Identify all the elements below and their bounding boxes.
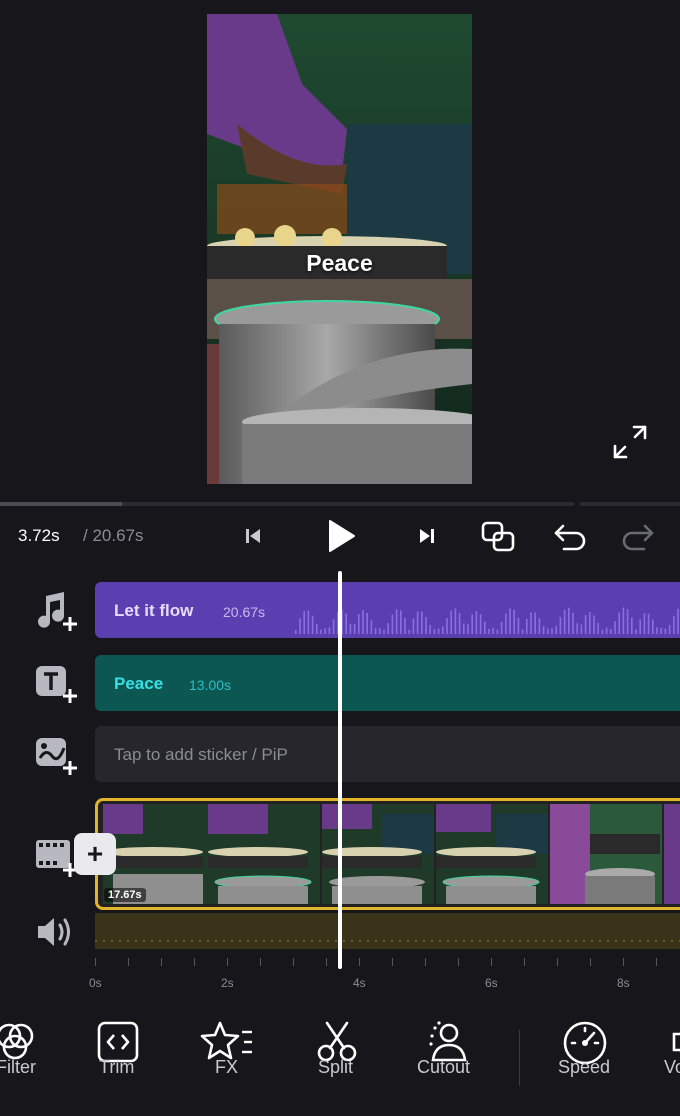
- add-clip-plus: +: [86, 838, 104, 869]
- layers-icon: [481, 521, 515, 552]
- tool-trim-label: Trim: [99, 1057, 135, 1077]
- ruler-tick: [161, 958, 162, 966]
- ruler-tick: [458, 958, 459, 966]
- redo-button[interactable]: [618, 518, 658, 556]
- tool-fx-label: FX: [215, 1057, 239, 1077]
- ruler-tick: [359, 958, 360, 966]
- sticker-track-placeholder: Tap to add sticker / PiP: [114, 745, 288, 764]
- ruler-label: 6s: [485, 976, 498, 990]
- clip-duration-badge: 17.67s: [104, 888, 146, 902]
- skip-start-icon: [246, 529, 260, 543]
- ruler-tick: [95, 958, 96, 966]
- skip-end-icon: [420, 529, 434, 543]
- ruler-label: 4s: [353, 976, 366, 990]
- play-button[interactable]: [320, 514, 360, 558]
- ruler-tick: [194, 958, 195, 966]
- clip-thumbnail: [550, 804, 662, 904]
- original-audio-track[interactable]: [95, 913, 680, 949]
- ruler-label: 0s: [89, 976, 102, 990]
- ruler-tick: [227, 958, 228, 966]
- progress-fill: [0, 502, 123, 506]
- music-track-title: Let it flow: [114, 601, 194, 620]
- ruler-tick: [557, 958, 558, 966]
- undo-icon: [554, 524, 586, 551]
- tool-volume-label: Vo: [664, 1057, 680, 1077]
- music-track-duration: 20.67s: [223, 604, 266, 620]
- fullscreen-icon[interactable]: [612, 424, 648, 460]
- music-add-icon[interactable]: [34, 590, 78, 634]
- undo-button[interactable]: [550, 518, 590, 556]
- ruler-tick: [623, 958, 624, 966]
- ruler-tick: [260, 958, 261, 966]
- sticker-add-icon[interactable]: [34, 734, 78, 778]
- toolbar-divider: [519, 1030, 520, 1086]
- ruler-tick: [392, 958, 393, 966]
- overlay-button[interactable]: [478, 518, 518, 556]
- audio-dotted-line: [95, 940, 680, 942]
- video-preview[interactable]: Peace: [207, 14, 472, 484]
- music-track[interactable]: Let it flow 20.67s: [95, 582, 680, 638]
- progress-divider: [574, 502, 580, 506]
- redo-icon: [622, 524, 654, 551]
- total-time: / 20.67s: [83, 526, 144, 545]
- ruler-tick: [293, 958, 294, 966]
- tool-split-label: Split: [318, 1057, 354, 1077]
- volume-icon[interactable]: [34, 910, 78, 954]
- text-track-title: Peace: [114, 674, 164, 693]
- tool-speed-label: Speed: [558, 1057, 611, 1077]
- clip-thumbnail: [436, 804, 548, 904]
- text-track-duration: 13.00s: [189, 677, 232, 693]
- ruler-tick: [656, 958, 657, 966]
- skip-start-button[interactable]: [240, 522, 266, 550]
- music-waveform: [295, 607, 679, 634]
- preview-frame-image: [207, 14, 472, 484]
- ruler-tick: [326, 958, 327, 966]
- ruler-tick: [425, 958, 426, 966]
- ruler-tick: [491, 958, 492, 966]
- ruler-tick: [590, 958, 591, 966]
- video-clip-track[interactable]: 17.67s: [95, 798, 680, 910]
- play-icon: [329, 520, 355, 552]
- preview-text-overlay[interactable]: Peace: [207, 250, 472, 277]
- text-add-icon[interactable]: [34, 662, 78, 706]
- ruler-label: 8s: [617, 976, 630, 990]
- video-add-icon[interactable]: [34, 834, 78, 878]
- playhead[interactable]: [338, 571, 342, 969]
- clip-thumbnail: [208, 804, 320, 904]
- skip-end-button[interactable]: [414, 522, 440, 550]
- sticker-pip-track[interactable]: Tap to add sticker / PiP: [95, 726, 680, 782]
- clip-thumbnail: [664, 804, 680, 904]
- ruler-tick: [524, 958, 525, 966]
- tool-cutout-label: Cutout: [417, 1057, 471, 1077]
- ruler-tick: [128, 958, 129, 966]
- text-track[interactable]: Peace 13.00s: [95, 655, 680, 711]
- ruler-label: 2s: [221, 976, 234, 990]
- add-clip-button[interactable]: +: [74, 833, 116, 875]
- current-time: 3.72s: [18, 526, 60, 545]
- tool-filter-label: Filter: [0, 1057, 36, 1077]
